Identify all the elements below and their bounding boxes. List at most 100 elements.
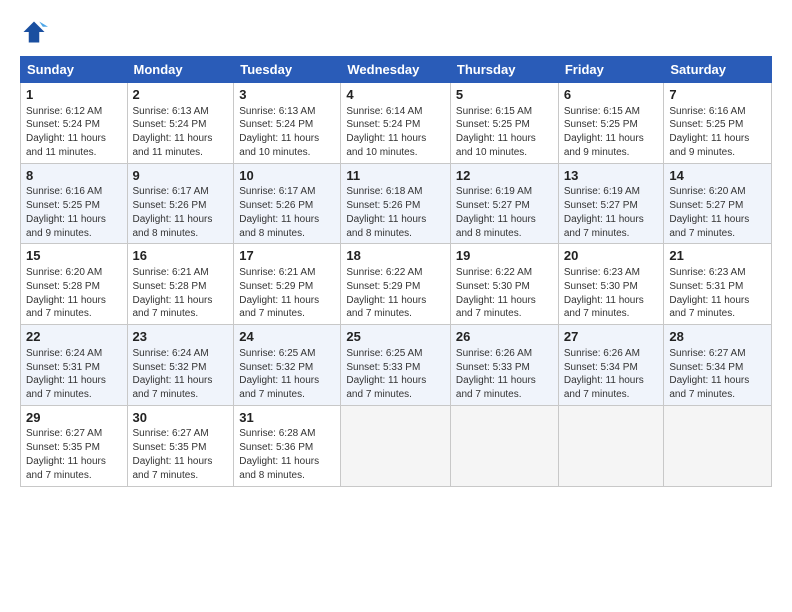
day-cell	[450, 405, 558, 486]
day-info: Sunrise: 6:15 AM Sunset: 5:25 PM Dayligh…	[564, 105, 659, 160]
day-cell: 30Sunrise: 6:27 AM Sunset: 5:35 PM Dayli…	[127, 405, 234, 486]
day-cell: 17Sunrise: 6:21 AM Sunset: 5:29 PM Dayli…	[234, 244, 341, 325]
day-number: 10	[239, 167, 335, 185]
day-cell: 19Sunrise: 6:22 AM Sunset: 5:30 PM Dayli…	[450, 244, 558, 325]
day-info: Sunrise: 6:14 AM Sunset: 5:24 PM Dayligh…	[346, 105, 445, 160]
day-info: Sunrise: 6:24 AM Sunset: 5:31 PM Dayligh…	[26, 347, 122, 402]
day-number: 26	[456, 328, 553, 346]
day-cell	[341, 405, 451, 486]
week-row-5: 29Sunrise: 6:27 AM Sunset: 5:35 PM Dayli…	[21, 405, 772, 486]
day-number: 30	[133, 409, 229, 427]
day-info: Sunrise: 6:19 AM Sunset: 5:27 PM Dayligh…	[564, 185, 659, 240]
day-info: Sunrise: 6:22 AM Sunset: 5:29 PM Dayligh…	[346, 266, 445, 321]
day-info: Sunrise: 6:26 AM Sunset: 5:33 PM Dayligh…	[456, 347, 553, 402]
day-info: Sunrise: 6:28 AM Sunset: 5:36 PM Dayligh…	[239, 427, 335, 482]
day-cell: 2Sunrise: 6:13 AM Sunset: 5:24 PM Daylig…	[127, 83, 234, 164]
week-row-2: 8Sunrise: 6:16 AM Sunset: 5:25 PM Daylig…	[21, 163, 772, 244]
day-number: 6	[564, 86, 659, 104]
week-row-1: 1Sunrise: 6:12 AM Sunset: 5:24 PM Daylig…	[21, 83, 772, 164]
weekday-header-tuesday: Tuesday	[234, 57, 341, 83]
day-number: 2	[133, 86, 229, 104]
day-info: Sunrise: 6:26 AM Sunset: 5:34 PM Dayligh…	[564, 347, 659, 402]
day-number: 21	[669, 247, 766, 265]
day-cell	[664, 405, 772, 486]
day-number: 20	[564, 247, 659, 265]
day-cell: 11Sunrise: 6:18 AM Sunset: 5:26 PM Dayli…	[341, 163, 451, 244]
day-info: Sunrise: 6:15 AM Sunset: 5:25 PM Dayligh…	[456, 105, 553, 160]
day-number: 5	[456, 86, 553, 104]
day-info: Sunrise: 6:27 AM Sunset: 5:35 PM Dayligh…	[133, 427, 229, 482]
day-cell: 23Sunrise: 6:24 AM Sunset: 5:32 PM Dayli…	[127, 325, 234, 406]
day-number: 13	[564, 167, 659, 185]
weekday-header-thursday: Thursday	[450, 57, 558, 83]
day-info: Sunrise: 6:23 AM Sunset: 5:31 PM Dayligh…	[669, 266, 766, 321]
day-number: 29	[26, 409, 122, 427]
day-cell: 7Sunrise: 6:16 AM Sunset: 5:25 PM Daylig…	[664, 83, 772, 164]
day-number: 19	[456, 247, 553, 265]
weekday-header-row: SundayMondayTuesdayWednesdayThursdayFrid…	[21, 57, 772, 83]
day-cell: 14Sunrise: 6:20 AM Sunset: 5:27 PM Dayli…	[664, 163, 772, 244]
day-info: Sunrise: 6:12 AM Sunset: 5:24 PM Dayligh…	[26, 105, 122, 160]
day-info: Sunrise: 6:27 AM Sunset: 5:35 PM Dayligh…	[26, 427, 122, 482]
day-cell: 26Sunrise: 6:26 AM Sunset: 5:33 PM Dayli…	[450, 325, 558, 406]
day-cell: 10Sunrise: 6:17 AM Sunset: 5:26 PM Dayli…	[234, 163, 341, 244]
day-number: 25	[346, 328, 445, 346]
day-number: 4	[346, 86, 445, 104]
day-cell: 3Sunrise: 6:13 AM Sunset: 5:24 PM Daylig…	[234, 83, 341, 164]
day-number: 23	[133, 328, 229, 346]
day-cell: 13Sunrise: 6:19 AM Sunset: 5:27 PM Dayli…	[558, 163, 664, 244]
day-cell: 28Sunrise: 6:27 AM Sunset: 5:34 PM Dayli…	[664, 325, 772, 406]
day-cell: 5Sunrise: 6:15 AM Sunset: 5:25 PM Daylig…	[450, 83, 558, 164]
day-number: 14	[669, 167, 766, 185]
day-cell: 12Sunrise: 6:19 AM Sunset: 5:27 PM Dayli…	[450, 163, 558, 244]
day-cell: 20Sunrise: 6:23 AM Sunset: 5:30 PM Dayli…	[558, 244, 664, 325]
day-cell	[558, 405, 664, 486]
day-info: Sunrise: 6:19 AM Sunset: 5:27 PM Dayligh…	[456, 185, 553, 240]
day-cell: 27Sunrise: 6:26 AM Sunset: 5:34 PM Dayli…	[558, 325, 664, 406]
day-cell: 8Sunrise: 6:16 AM Sunset: 5:25 PM Daylig…	[21, 163, 128, 244]
day-cell: 25Sunrise: 6:25 AM Sunset: 5:33 PM Dayli…	[341, 325, 451, 406]
day-info: Sunrise: 6:24 AM Sunset: 5:32 PM Dayligh…	[133, 347, 229, 402]
day-number: 15	[26, 247, 122, 265]
day-info: Sunrise: 6:21 AM Sunset: 5:29 PM Dayligh…	[239, 266, 335, 321]
day-info: Sunrise: 6:20 AM Sunset: 5:28 PM Dayligh…	[26, 266, 122, 321]
week-row-4: 22Sunrise: 6:24 AM Sunset: 5:31 PM Dayli…	[21, 325, 772, 406]
page: SundayMondayTuesdayWednesdayThursdayFrid…	[0, 0, 792, 612]
day-number: 17	[239, 247, 335, 265]
day-number: 18	[346, 247, 445, 265]
weekday-header-friday: Friday	[558, 57, 664, 83]
weekday-header-wednesday: Wednesday	[341, 57, 451, 83]
day-info: Sunrise: 6:25 AM Sunset: 5:32 PM Dayligh…	[239, 347, 335, 402]
day-cell: 29Sunrise: 6:27 AM Sunset: 5:35 PM Dayli…	[21, 405, 128, 486]
day-cell: 4Sunrise: 6:14 AM Sunset: 5:24 PM Daylig…	[341, 83, 451, 164]
day-info: Sunrise: 6:18 AM Sunset: 5:26 PM Dayligh…	[346, 185, 445, 240]
day-cell: 16Sunrise: 6:21 AM Sunset: 5:28 PM Dayli…	[127, 244, 234, 325]
day-info: Sunrise: 6:16 AM Sunset: 5:25 PM Dayligh…	[669, 105, 766, 160]
day-number: 9	[133, 167, 229, 185]
day-info: Sunrise: 6:16 AM Sunset: 5:25 PM Dayligh…	[26, 185, 122, 240]
header	[20, 18, 772, 46]
day-info: Sunrise: 6:22 AM Sunset: 5:30 PM Dayligh…	[456, 266, 553, 321]
day-number: 24	[239, 328, 335, 346]
calendar: SundayMondayTuesdayWednesdayThursdayFrid…	[20, 56, 772, 487]
day-info: Sunrise: 6:17 AM Sunset: 5:26 PM Dayligh…	[133, 185, 229, 240]
day-number: 16	[133, 247, 229, 265]
day-info: Sunrise: 6:21 AM Sunset: 5:28 PM Dayligh…	[133, 266, 229, 321]
day-number: 12	[456, 167, 553, 185]
day-number: 11	[346, 167, 445, 185]
day-number: 7	[669, 86, 766, 104]
day-info: Sunrise: 6:13 AM Sunset: 5:24 PM Dayligh…	[239, 105, 335, 160]
day-info: Sunrise: 6:25 AM Sunset: 5:33 PM Dayligh…	[346, 347, 445, 402]
weekday-header-sunday: Sunday	[21, 57, 128, 83]
logo-icon	[20, 18, 48, 46]
day-cell: 6Sunrise: 6:15 AM Sunset: 5:25 PM Daylig…	[558, 83, 664, 164]
day-cell: 15Sunrise: 6:20 AM Sunset: 5:28 PM Dayli…	[21, 244, 128, 325]
day-cell: 9Sunrise: 6:17 AM Sunset: 5:26 PM Daylig…	[127, 163, 234, 244]
weekday-header-saturday: Saturday	[664, 57, 772, 83]
day-number: 1	[26, 86, 122, 104]
day-info: Sunrise: 6:17 AM Sunset: 5:26 PM Dayligh…	[239, 185, 335, 240]
week-row-3: 15Sunrise: 6:20 AM Sunset: 5:28 PM Dayli…	[21, 244, 772, 325]
day-info: Sunrise: 6:13 AM Sunset: 5:24 PM Dayligh…	[133, 105, 229, 160]
day-number: 22	[26, 328, 122, 346]
day-number: 27	[564, 328, 659, 346]
